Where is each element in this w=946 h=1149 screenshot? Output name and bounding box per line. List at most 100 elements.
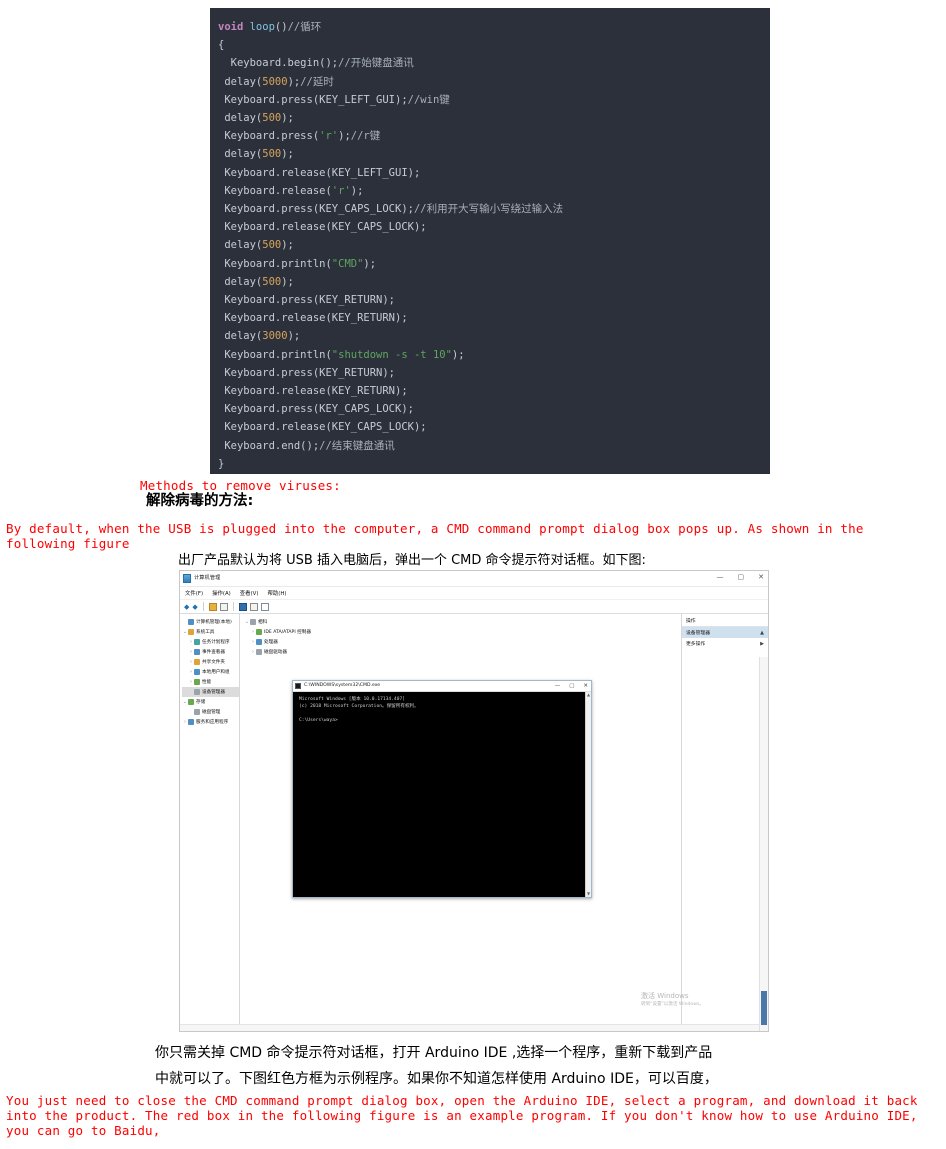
code-token: 'r' — [331, 184, 351, 197]
console-tree-item[interactable]: › 本地用户和组 — [182, 667, 239, 677]
window-body: 计算机管理(本地) ⌄ 系统工具 › 任务计划程序 › 事件查看器 › 共享文件夹 › 本地用户和组… — [180, 614, 768, 1031]
cmd-close-icon[interactable]: ✕ — [583, 682, 588, 690]
cmd-scroll-down-icon[interactable]: ▼ — [586, 891, 591, 897]
forward-arrow-icon[interactable]: ◆ — [192, 603, 197, 611]
cmd-window-title: C:\WINDOWS\system32\CMD.exe — [304, 683, 381, 688]
menu-item[interactable]: 帮助(H) — [267, 589, 286, 597]
cmd-scroll-up-icon[interactable]: ▲ — [586, 692, 591, 698]
console-tree-item[interactable]: › 任务计划程序 — [182, 637, 239, 647]
tree-node-icon — [250, 619, 256, 625]
actions-pane-row[interactable]: 更多操作 ▶ — [682, 638, 768, 649]
console-tree-item[interactable]: › 性能 — [182, 677, 239, 687]
heading-remove-viruses-cn: 解除病毒的方法: — [146, 493, 254, 509]
export-list-icon[interactable] — [260, 602, 269, 611]
scrollbar-thumb[interactable] — [761, 991, 767, 1025]
code-line: Keyboard.press('r');//r键 — [218, 127, 770, 145]
windows-activation-watermark: 激活 Windows 转到"设置"以激活 Windows。 — [641, 991, 704, 1009]
code-token: //win键 — [407, 93, 450, 106]
code-token: //开始键盘通讯 — [338, 57, 414, 70]
tree-node-label: 磁盘管理 — [202, 710, 221, 715]
console-tree-item[interactable]: 设备管理器 — [182, 687, 239, 697]
maximize-icon[interactable]: ▢ — [738, 573, 745, 582]
code-token: 500 — [262, 275, 282, 288]
code-token: ); — [350, 184, 364, 197]
code-line: Keyboard.release(KEY_RETURN); — [218, 382, 770, 400]
code-line: Keyboard.press(KEY_CAPS_LOCK);//利用开大写输小写… — [218, 200, 770, 218]
console-tree-item[interactable]: 磁盘管理 — [182, 707, 239, 717]
tree-node-icon — [188, 629, 194, 635]
paragraph-close-cmd-cn: 你只需关掉 CMD 命令提示符对话框，打开 Arduino IDE ,选择一个程… — [155, 1040, 855, 1092]
code-token: ); — [287, 330, 301, 343]
computer-management-icon — [183, 574, 191, 583]
actions-pane-caret-icon[interactable]: ▲ — [760, 630, 764, 636]
code-token: Keyboard.release(KEY_RETURN); — [218, 312, 408, 325]
tree-node-label: 设备管理器 — [202, 690, 225, 695]
cmd-window[interactable]: C:\WINDOWS\system32\CMD.exe — ▢ ✕ Micros… — [292, 680, 592, 898]
code-token: //r键 — [350, 130, 381, 143]
refresh-icon[interactable] — [249, 602, 258, 611]
menu-item[interactable]: 查看(V) — [240, 589, 259, 597]
menu-bar: 文件(F) 操作(A) 查看(V) 帮助(H) — [180, 587, 768, 600]
console-tree-item[interactable]: › 服务和应用程序 — [182, 717, 239, 727]
tree-node-label: 本地用户和组 — [202, 670, 230, 675]
code-line: Keyboard.println("shutdown -s -t 10"); — [218, 346, 770, 364]
device-tree-item[interactable]: › 磁盘驱动器 — [244, 647, 681, 657]
device-tree-item[interactable]: ⌄ 相科 — [244, 617, 681, 627]
actions-pane-row-label: 设备管理器 — [686, 631, 710, 636]
code-token: //循环 — [287, 21, 322, 33]
paragraph-close-cmd-cn-line2: 中就可以了。下图红色方框为示例程序。如果你不知道怎样使用 Arduino IDE… — [155, 1071, 718, 1087]
cmd-console-output[interactable]: Microsoft Windows [版本 10.0.17134.407] (c… — [293, 692, 591, 897]
code-line: Keyboard.press(KEY_RETURN); — [218, 291, 770, 309]
back-arrow-icon[interactable]: ◆ — [184, 603, 189, 611]
help-icon[interactable] — [238, 602, 247, 611]
cmd-minimize-icon[interactable]: — — [555, 682, 561, 690]
code-token: delay( — [218, 275, 263, 288]
code-token: { — [218, 39, 225, 52]
windows-computer-management-screenshot: 计算机管理 — ▢ ✕ 文件(F) 操作(A) 查看(V) 帮助(H) ◆ ◆ 计算机… — [179, 570, 769, 1032]
code-token: 3000 — [262, 330, 288, 343]
tree-node-icon — [188, 719, 194, 725]
code-token: void — [218, 21, 250, 33]
code-token: //利用开大写输小写绕过输入法 — [413, 203, 564, 216]
cmd-maximize-icon[interactable]: ▢ — [569, 682, 574, 690]
actions-pane-caret-icon[interactable]: ▶ — [760, 641, 764, 647]
window-vertical-scrollbar[interactable] — [759, 657, 768, 1031]
code-token: ); — [451, 348, 465, 361]
window-horizontal-scrollbar[interactable] — [180, 1024, 759, 1031]
actions-pane-row[interactable]: 设备管理器 ▲ — [682, 627, 768, 638]
menu-item[interactable]: 操作(A) — [212, 589, 231, 597]
actions-rows: 设备管理器 ▲ 更多操作 ▶ — [682, 627, 768, 649]
device-tree-item[interactable]: › 处理器 — [244, 637, 681, 647]
code-token: ); — [281, 148, 294, 161]
console-tree-item[interactable]: › 共享文件夹 — [182, 657, 239, 667]
tree-node-label: 性能 — [202, 680, 212, 685]
console-tree-item[interactable]: ⌄ 存储 — [182, 697, 239, 707]
tree-node-icon — [194, 689, 200, 695]
minimize-icon[interactable]: — — [717, 573, 724, 582]
toolbar-separator-2 — [232, 602, 234, 611]
code-line: void loop()//循环 — [218, 18, 770, 36]
code-token: delay( — [218, 75, 263, 88]
menu-item[interactable]: 文件(F) — [185, 589, 203, 597]
code-line: Keyboard.press(KEY_LEFT_GUI);//win键 — [218, 91, 770, 109]
console-tree-item[interactable]: › 事件查看器 — [182, 647, 239, 657]
paragraph-default-usb-en: By default, when the USB is plugged into… — [6, 521, 872, 551]
console-tree-item[interactable]: ⌄ 系统工具 — [182, 627, 239, 637]
cmd-titlebar: C:\WINDOWS\system32\CMD.exe — ▢ ✕ — [293, 681, 591, 692]
code-line: Keyboard.release(KEY_LEFT_GUI); — [218, 164, 770, 182]
properties-icon[interactable] — [219, 602, 228, 611]
code-token: delay( — [218, 239, 263, 252]
code-line: delay(500); — [218, 236, 770, 254]
code-line: Keyboard.begin();//开始键盘通讯 — [218, 54, 770, 72]
device-tree: ⌄ 相科 › IDE ATA/ATAPI 控制器 › 处理器 › 磁盘驱动器 — [244, 617, 681, 657]
console-tree-item[interactable]: 计算机管理(本地) — [182, 617, 239, 627]
tree-node-icon — [188, 699, 194, 705]
tree-node-icon — [188, 619, 194, 625]
code-line: delay(500); — [218, 145, 770, 163]
code-token: Keyboard.press(KEY_LEFT_GUI); — [218, 93, 408, 106]
cmd-scrollbar[interactable]: ▲ ▼ — [585, 692, 591, 897]
device-tree-item[interactable]: › IDE ATA/ATAPI 控制器 — [244, 627, 681, 637]
code-token: } — [218, 457, 225, 470]
folder-up-icon[interactable] — [208, 602, 217, 611]
close-icon[interactable]: ✕ — [758, 573, 764, 582]
